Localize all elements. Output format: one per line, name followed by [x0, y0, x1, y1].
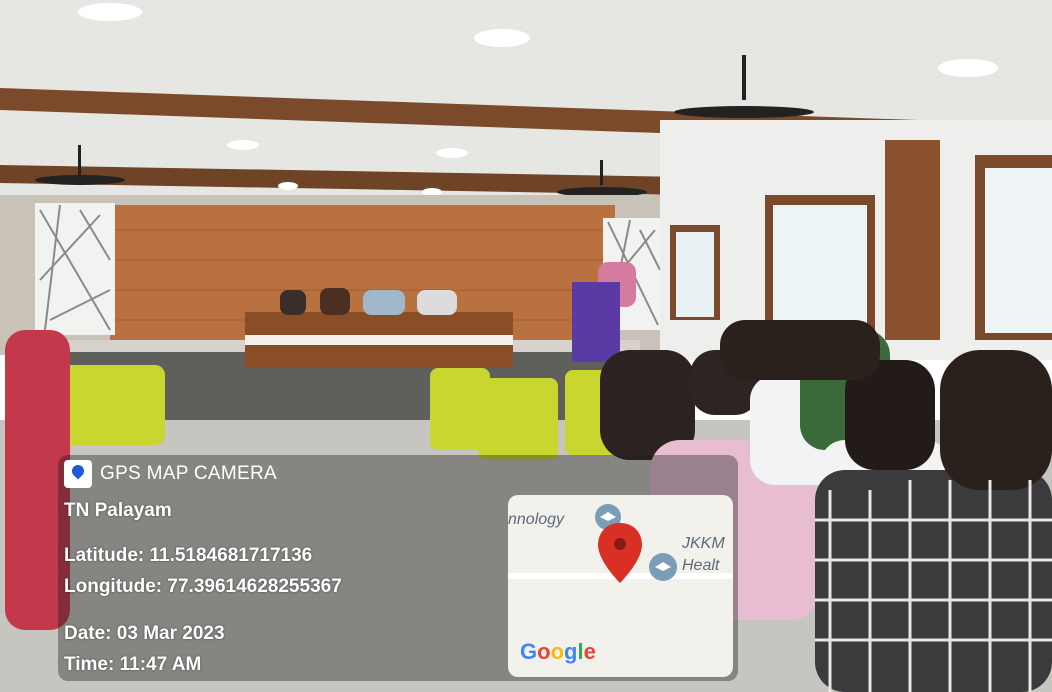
google-letter: e — [583, 639, 596, 664]
longitude-text: Longitude: 77.39614628255367 — [64, 576, 342, 597]
map-thumbnail: nnology JKKM Healt Google — [508, 495, 733, 677]
gps-brand-label: GPS MAP CAMERA — [100, 463, 277, 484]
latitude-text: Latitude: 11.5184681717136 — [64, 545, 313, 566]
date-text: Date: 03 Mar 2023 — [64, 623, 225, 644]
map-label-jkkm: JKKM — [682, 535, 725, 552]
google-letter: g — [564, 639, 578, 664]
map-label-technology: nnology — [508, 511, 565, 528]
google-letter: G — [520, 639, 538, 664]
google-logo: Google — [520, 639, 596, 665]
pillar — [885, 140, 940, 340]
time-text: Time: 11:47 AM — [64, 654, 202, 675]
place-name: TN Palayam — [64, 500, 172, 521]
google-letter: o — [550, 639, 565, 664]
map-pin-icon — [64, 460, 92, 488]
banner-stand — [572, 282, 620, 362]
window-1 — [676, 232, 714, 317]
gps-brand: GPS MAP CAMERA — [64, 460, 277, 488]
table-stripe — [245, 335, 513, 345]
graduation-cap-icon-2 — [649, 553, 677, 581]
google-letter: o — [537, 639, 551, 664]
map-label-health: Healt — [682, 557, 720, 574]
window-3 — [985, 168, 1052, 333]
window-2 — [773, 205, 867, 325]
